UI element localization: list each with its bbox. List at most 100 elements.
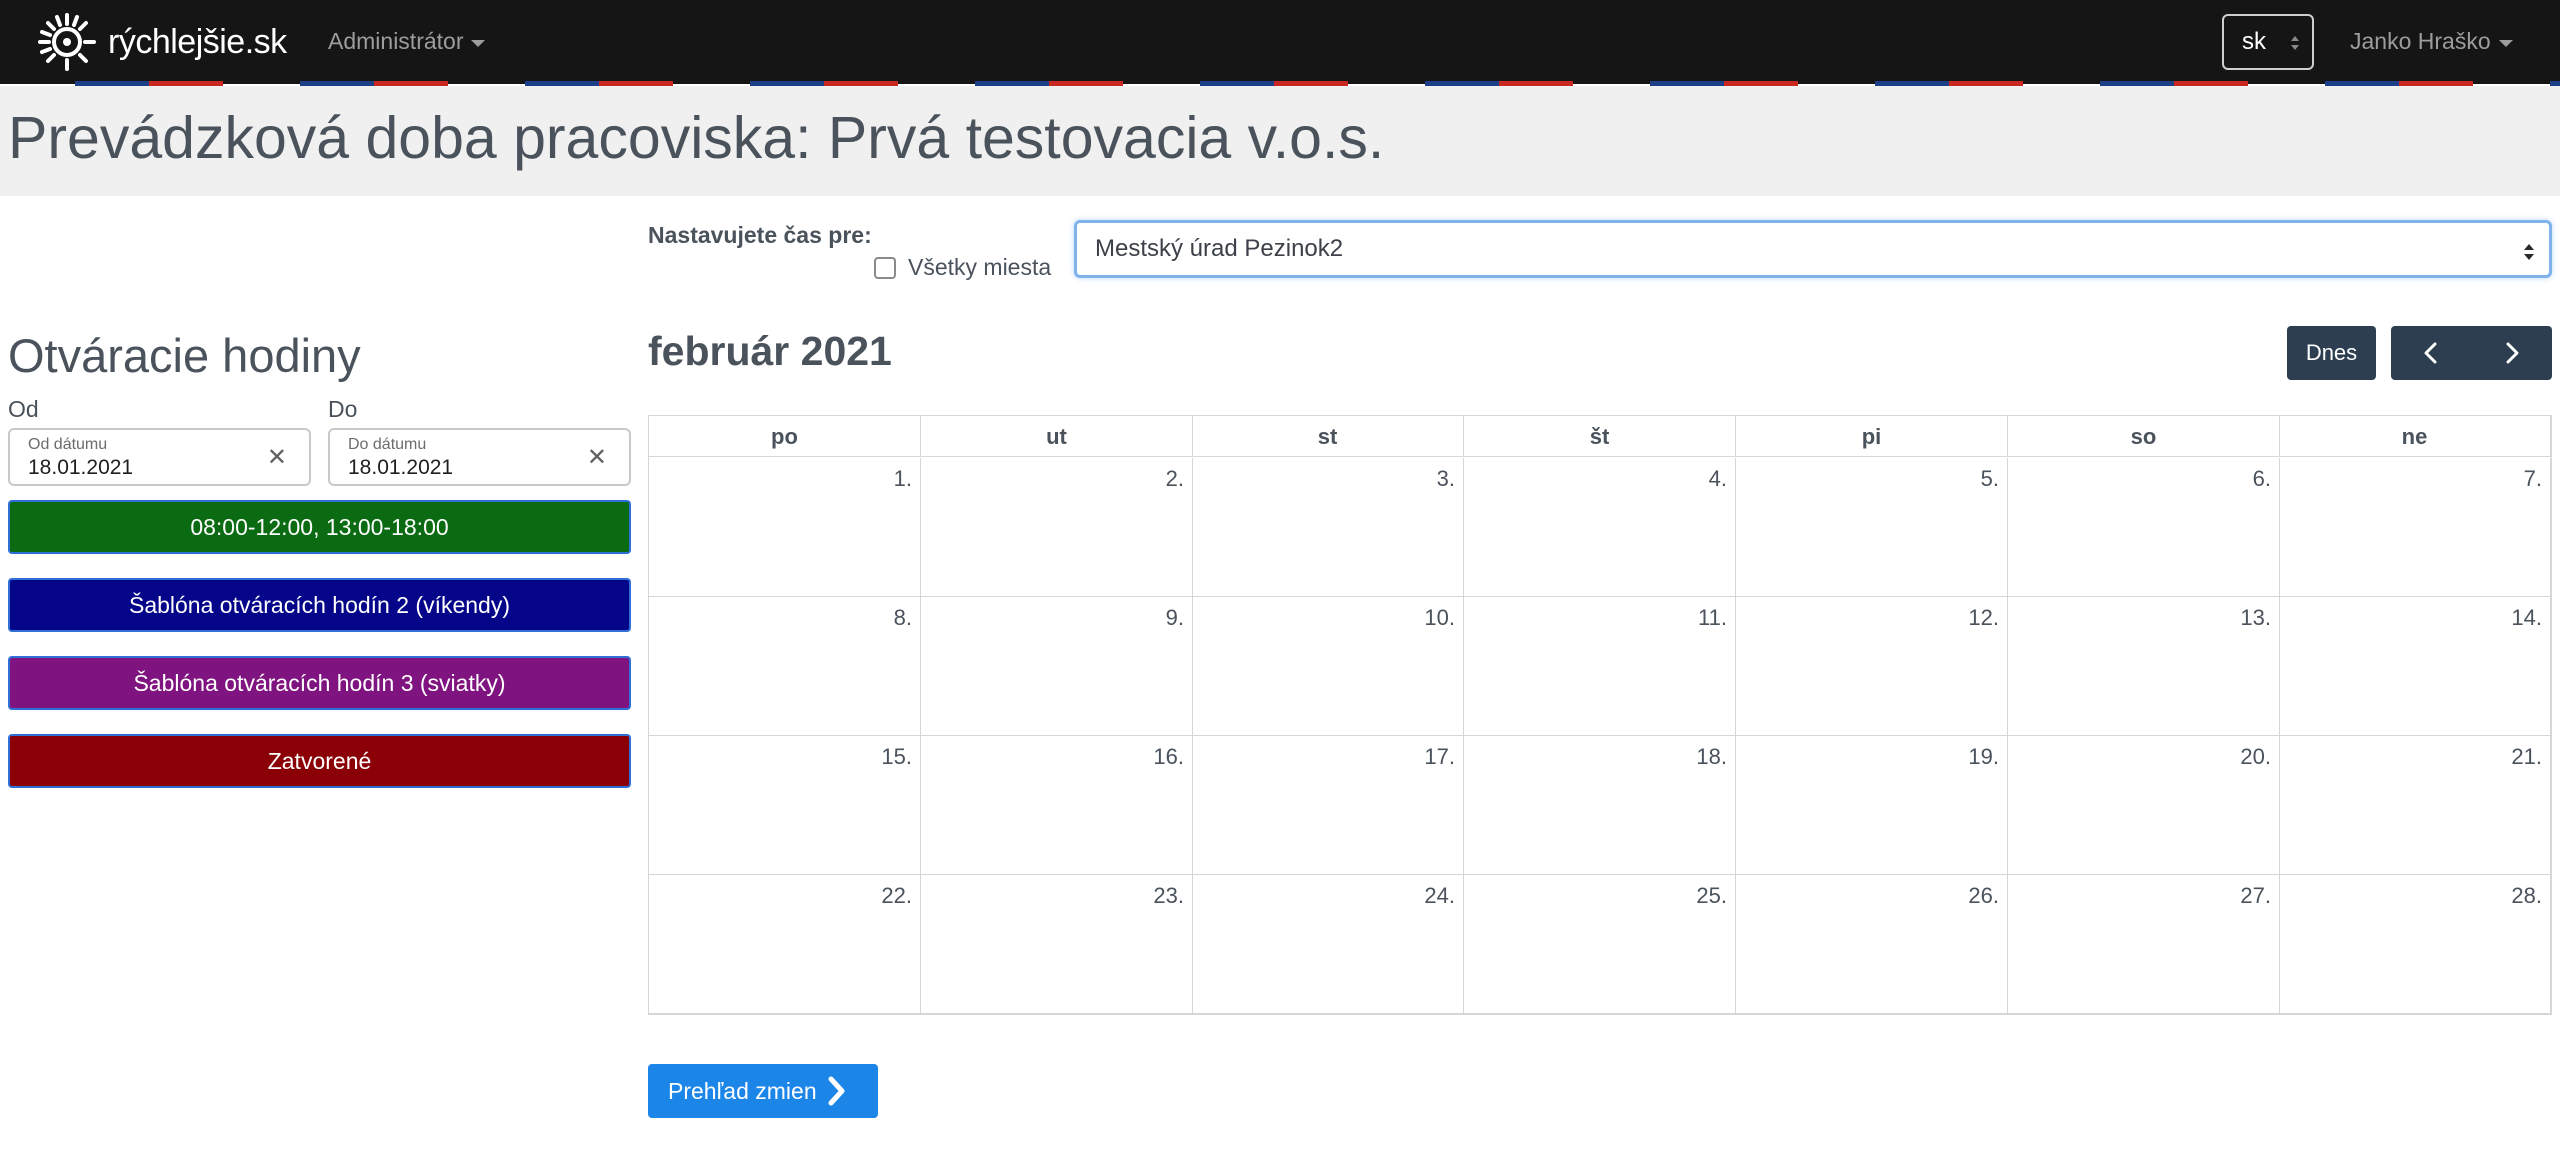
to-date-value: 18.01.2021: [348, 456, 454, 479]
calendar-day-number: 22.: [881, 883, 912, 908]
calendar-day-cell[interactable]: 26.: [1736, 875, 2008, 1014]
clear-to-date-icon[interactable]: ✕: [587, 443, 607, 472]
template-button-weekends[interactable]: Šablóna otváracích hodín 2 (víkendy): [8, 578, 631, 632]
calendar-day-cell[interactable]: 20.: [2008, 736, 2280, 875]
place-select[interactable]: Mestský úrad Pezinok2: [1074, 220, 2552, 278]
calendar-day-cell[interactable]: 4.: [1464, 458, 1736, 597]
weekday-header: po: [649, 416, 921, 457]
select-arrows-icon: [2291, 36, 2299, 50]
calendar-day-cell[interactable]: 14.: [2279, 597, 2551, 736]
to-date-field[interactable]: Do dátumu 18.01.2021 ✕: [328, 428, 631, 486]
calendar-day-cell[interactable]: 27.: [2008, 875, 2280, 1014]
brand-name: rýchlejšie.sk: [108, 22, 287, 61]
calendar-grid: po ut st št pi so ne 1. 2. 3. 4. 5. 6. 7. 8. 9. 10. 11. 1…: [648, 415, 2552, 1015]
calendar-day-cell[interactable]: 18.: [1464, 736, 1736, 875]
place-select-value: Mestský úrad Pezinok2: [1095, 235, 1344, 262]
calendar-day-cell[interactable]: 7.: [2279, 458, 2551, 597]
calendar-nav-group: [2391, 326, 2552, 380]
place-label: Nastavujete čas pre:: [648, 222, 872, 248]
template-button-closed[interactable]: Zatvorené: [8, 734, 631, 788]
calendar-day-cell[interactable]: 24.: [1192, 875, 1464, 1014]
next-month-button[interactable]: [2472, 326, 2552, 380]
user-menu-label: Janko Hraško: [2350, 28, 2491, 54]
calendar-day-cell[interactable]: 10.: [1192, 597, 1464, 736]
calendar-day-number: 7.: [2523, 466, 2542, 491]
weekday-header: st: [1192, 416, 1464, 457]
from-date-value: 18.01.2021: [28, 456, 134, 479]
from-date-placeholder: Od dátumu: [28, 436, 108, 453]
calendar-day-cell[interactable]: 28.: [2279, 875, 2551, 1014]
template-button-holidays[interactable]: Šablóna otváracích hodín 3 (sviatky): [8, 656, 631, 710]
calendar-day-number: 21.: [2511, 744, 2542, 769]
calendar-day-cell[interactable]: 6.: [2008, 458, 2280, 597]
all-places-label: Všetky miesta: [908, 254, 1052, 280]
to-date-placeholder: Do dátumu: [348, 436, 427, 453]
all-places-checkbox[interactable]: [874, 256, 896, 279]
from-label: Od: [8, 396, 39, 422]
calendar-weekday-header: po ut st št pi so ne: [649, 416, 2551, 457]
calendar-day-number: 23.: [1153, 883, 1184, 908]
previous-month-button[interactable]: [2391, 326, 2471, 380]
calendar-day-cell[interactable]: 15.: [649, 736, 921, 875]
changes-overview-button[interactable]: Prehľad zmien: [648, 1064, 878, 1118]
calendar-day-number: 2.: [1165, 466, 1184, 491]
calendar-day-cell[interactable]: 17.: [1192, 736, 1464, 875]
from-date-field[interactable]: Od dátumu 18.01.2021 ✕: [8, 428, 311, 486]
template-button-standard[interactable]: 08:00-12:00, 13:00-18:00: [8, 500, 631, 554]
calendar-day-cell[interactable]: 16.: [921, 736, 1193, 875]
calendar-day-cell[interactable]: 25.: [1464, 875, 1736, 1014]
clear-from-date-icon[interactable]: ✕: [267, 443, 287, 472]
page-title: Prevádzková doba pracoviska: Prvá testov…: [8, 105, 1385, 171]
calendar-day-number: 10.: [1424, 605, 1455, 630]
page-header: Prevádzková doba pracoviska: Prvá testov…: [0, 86, 2560, 196]
calendar-day-number: 3.: [1436, 466, 1455, 491]
calendar-day-cell[interactable]: 13.: [2008, 597, 2280, 736]
weekday-header: ne: [2279, 416, 2551, 457]
calendar-day-number: 14.: [2511, 605, 2542, 630]
weekday-header: pi: [1736, 416, 2008, 457]
calendar-day-number: 13.: [2240, 605, 2271, 630]
calendar-day-cell[interactable]: 5.: [1736, 458, 2008, 597]
select-arrows-icon: [2524, 244, 2534, 260]
to-label: Do: [328, 396, 358, 422]
calendar-day-number: 1.: [893, 466, 912, 491]
caret-down-icon: [471, 40, 486, 47]
weekday-header: št: [1464, 416, 1736, 457]
calendar-day-cell[interactable]: 22.: [649, 875, 921, 1014]
calendar-day-number: 20.: [2240, 744, 2271, 769]
brand-logo-icon: [38, 13, 96, 71]
calendar-day-number: 5.: [1980, 466, 1999, 491]
weekday-header: so: [2008, 416, 2280, 457]
user-menu-dropdown[interactable]: Janko Hraško: [2350, 28, 2513, 55]
changes-overview-label: Prehľad zmien: [668, 1077, 817, 1104]
all-places-checkbox-row[interactable]: Všetky miesta: [874, 254, 1051, 281]
calendar-day-number: 16.: [1153, 744, 1184, 769]
calendar-day-cell[interactable]: 3.: [1192, 458, 1464, 597]
chevron-right-icon: [2506, 342, 2519, 364]
calendar-day-number: 9.: [1165, 605, 1184, 630]
calendar-month-title: február 2021: [648, 328, 892, 374]
calendar-day-number: 4.: [1708, 466, 1727, 491]
calendar-day-cell[interactable]: 8.: [649, 597, 921, 736]
language-select[interactable]: sk: [2222, 14, 2314, 70]
top-navbar: rýchlejšie.sk Administrátor sk Janko Hra…: [0, 0, 2560, 84]
calendar-day-number: 12.: [1968, 605, 1999, 630]
calendar-day-cell[interactable]: 9.: [921, 597, 1193, 736]
admin-menu-dropdown[interactable]: Administrátor: [328, 28, 486, 55]
calendar-day-cell[interactable]: 12.: [1736, 597, 2008, 736]
calendar-day-number: 28.: [2511, 883, 2542, 908]
calendar-day-cell[interactable]: 21.: [2279, 736, 2551, 875]
language-value: sk: [2242, 28, 2266, 55]
brand-link[interactable]: rýchlejšie.sk: [36, 10, 287, 74]
calendar-day-cell[interactable]: 11.: [1464, 597, 1736, 736]
calendar-day-cell[interactable]: 2.: [921, 458, 1193, 597]
calendar-day-number: 25.: [1696, 883, 1727, 908]
today-button[interactable]: Dnes: [2287, 326, 2376, 380]
calendar-day-cell[interactable]: 23.: [921, 875, 1193, 1014]
calendar-day-cell[interactable]: 19.: [1736, 736, 2008, 875]
calendar-day-number: 6.: [2252, 466, 2271, 491]
chevron-left-icon: [2424, 342, 2437, 364]
weekday-header: ut: [921, 416, 1193, 457]
calendar-day-cell[interactable]: 1.: [649, 458, 921, 597]
chevron-right-icon: [828, 1076, 845, 1106]
